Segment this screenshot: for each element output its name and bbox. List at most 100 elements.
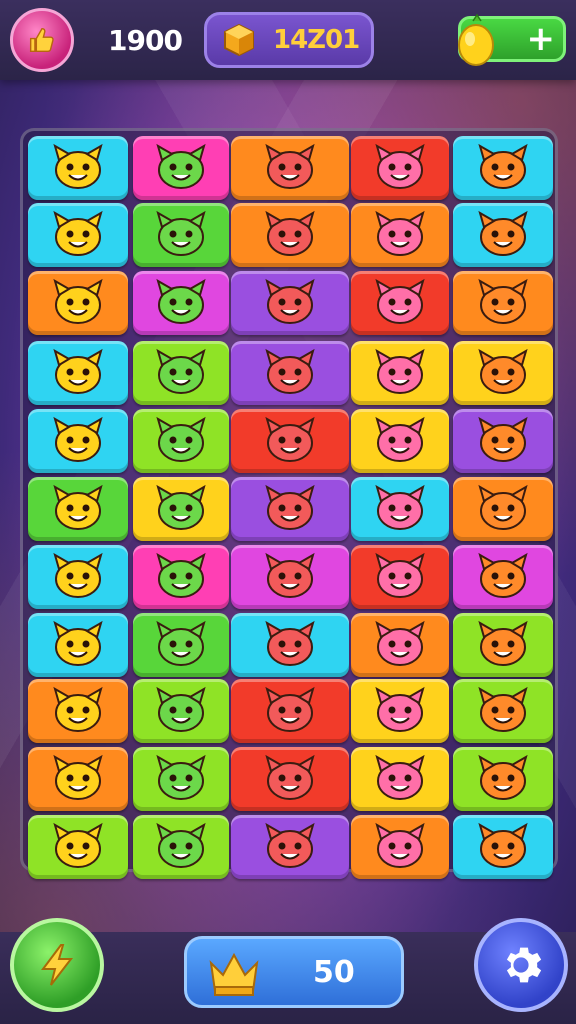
settings-button[interactable] <box>474 918 568 1012</box>
board-tile[interactable] <box>453 409 553 473</box>
creature-icon <box>265 620 315 666</box>
board-tile[interactable] <box>133 203 229 267</box>
board-tile[interactable] <box>231 136 349 200</box>
thumbs-up-icon <box>29 27 54 53</box>
board-tile[interactable] <box>28 409 128 473</box>
gold-cube-icon <box>224 23 254 57</box>
board-tile[interactable] <box>231 545 349 609</box>
creature-icon <box>156 143 206 189</box>
board-tile[interactable] <box>351 203 449 267</box>
board-tile[interactable] <box>351 679 449 743</box>
gear-icon <box>506 947 542 983</box>
board-tile[interactable] <box>133 271 229 335</box>
creature-icon <box>478 484 528 530</box>
board-tile[interactable] <box>453 679 553 743</box>
creature-icon <box>156 686 206 732</box>
creature-icon <box>265 348 315 394</box>
gold-value: 14Z01 <box>273 25 360 55</box>
board-tile[interactable] <box>133 477 229 541</box>
board-tile[interactable] <box>453 545 553 609</box>
game-board <box>20 128 558 879</box>
board-tile[interactable] <box>351 613 449 677</box>
board-tile[interactable] <box>453 815 553 879</box>
board-tile[interactable] <box>231 747 349 811</box>
board-tile[interactable] <box>351 747 449 811</box>
board-tile[interactable] <box>351 271 449 335</box>
board-tile[interactable] <box>231 341 349 405</box>
add-energy-button[interactable]: + <box>527 21 556 57</box>
board-tile[interactable] <box>133 613 229 677</box>
creature-icon <box>375 210 425 256</box>
board-tile[interactable] <box>28 747 128 811</box>
board-tile[interactable] <box>351 545 449 609</box>
creature-icon <box>156 822 206 868</box>
board-tile[interactable] <box>133 341 229 405</box>
board-tile[interactable] <box>28 136 128 200</box>
board-tile[interactable] <box>133 815 229 879</box>
creature-icon <box>156 278 206 324</box>
board-tile[interactable] <box>133 136 229 200</box>
board-tile[interactable] <box>28 477 128 541</box>
board-tile[interactable] <box>351 409 449 473</box>
board-tile[interactable] <box>28 545 128 609</box>
board-tile[interactable] <box>351 136 449 200</box>
creature-icon <box>53 416 103 462</box>
board-tile[interactable] <box>133 679 229 743</box>
board-tile[interactable] <box>28 679 128 743</box>
board-tile[interactable] <box>453 203 553 267</box>
board-tile[interactable] <box>351 341 449 405</box>
creature-icon <box>375 416 425 462</box>
creature-icon <box>478 210 528 256</box>
creature-icon <box>478 143 528 189</box>
crown-value: 50 <box>313 955 355 990</box>
board-tile[interactable] <box>133 747 229 811</box>
creature-icon <box>156 348 206 394</box>
creature-icon <box>478 278 528 324</box>
board-tile[interactable] <box>231 815 349 879</box>
board-tile[interactable] <box>28 271 128 335</box>
creature-icon <box>375 143 425 189</box>
board-tile[interactable] <box>28 815 128 879</box>
board-tile[interactable] <box>351 477 449 541</box>
board-tile[interactable] <box>133 545 229 609</box>
energy-bar[interactable]: + <box>458 13 566 66</box>
creature-icon <box>478 754 528 800</box>
board-tile[interactable] <box>28 203 128 267</box>
creature-icon <box>375 278 425 324</box>
creature-icon <box>53 210 103 256</box>
creature-icon <box>265 416 315 462</box>
board-tile[interactable] <box>231 679 349 743</box>
board-tile[interactable] <box>231 477 349 541</box>
board-tile[interactable] <box>351 815 449 879</box>
board-tile[interactable] <box>231 271 349 335</box>
creature-icon <box>265 278 315 324</box>
like-button[interactable] <box>10 8 74 72</box>
power-button[interactable] <box>10 918 104 1012</box>
board-tile[interactable] <box>453 271 553 335</box>
crown-counter[interactable]: 50 <box>184 936 404 1008</box>
board-tile[interactable] <box>133 409 229 473</box>
board-tile[interactable] <box>231 409 349 473</box>
creature-icon <box>478 348 528 394</box>
lemon-icon <box>458 13 494 66</box>
creature-icon <box>375 348 425 394</box>
board-tile[interactable] <box>28 613 128 677</box>
creature-icon <box>53 822 103 868</box>
board-tile[interactable] <box>231 613 349 677</box>
creature-icon <box>265 552 315 598</box>
creature-icon <box>156 416 206 462</box>
board-tile[interactable] <box>231 203 349 267</box>
creature-icon <box>375 620 425 666</box>
board-tile[interactable] <box>453 341 553 405</box>
board-tile[interactable] <box>453 613 553 677</box>
creature-icon <box>156 754 206 800</box>
creature-icon <box>265 754 315 800</box>
board-tile[interactable] <box>453 136 553 200</box>
creature-icon <box>156 620 206 666</box>
gold-counter[interactable]: 14Z01 <box>204 12 374 68</box>
board-tile[interactable] <box>453 747 553 811</box>
board-tile[interactable] <box>453 477 553 541</box>
creature-icon <box>375 754 425 800</box>
creature-icon <box>375 686 425 732</box>
board-tile[interactable] <box>28 341 128 405</box>
